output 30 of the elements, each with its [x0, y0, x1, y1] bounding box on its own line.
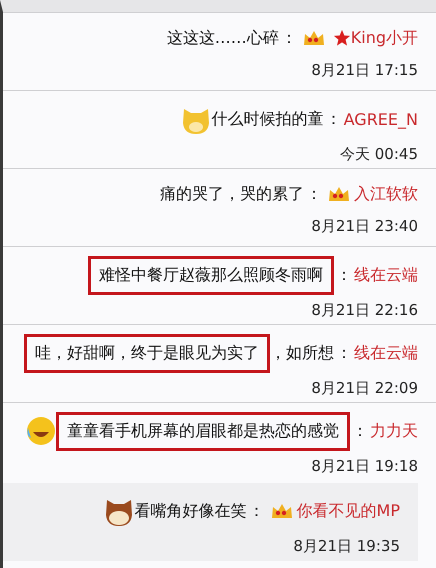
comment-time: 8月21日 19:18 [311, 457, 418, 476]
comment-time: 8月21日 22:09 [311, 379, 418, 398]
user-name[interactable]: 力力天 [370, 420, 418, 442]
laughing-emoji-icon [26, 416, 56, 446]
colon: ： [336, 264, 352, 286]
comment-text: 什么时候拍的童 [212, 108, 324, 130]
user-name[interactable]: 线在云端 [354, 264, 418, 286]
comment-text: ，如所想 [270, 342, 334, 364]
comment-text: 痛的哭了，哭的累了 [160, 184, 304, 204]
user-name[interactable]: 入江软软 [354, 184, 418, 204]
colon: ： [352, 420, 368, 442]
highlighted-comment-text: 哇，好甜啊，终于是眼见为实了 [24, 334, 270, 372]
highlighted-comment-text: 难怪中餐厅赵薇那么照顾冬雨啊 [88, 256, 334, 294]
colon: ： [248, 500, 265, 522]
comment-text: 这这这……心碎 [166, 28, 279, 48]
comment-time: 8月21日 19:35 [293, 537, 400, 556]
comment-time: 8月21日 22:16 [311, 301, 418, 320]
colon: ： [306, 184, 322, 204]
user-name[interactable]: 你看不见的MP [296, 500, 400, 522]
user-name[interactable]: King小开 [350, 28, 418, 48]
colon: ： [336, 342, 352, 364]
user-name[interactable]: AGREE_N [344, 110, 418, 128]
colon: ： [280, 28, 297, 48]
highlighted-comment-text: 童童看手机屏幕的眉眼都是热恋的感觉 [56, 412, 350, 450]
comment-time: 8月21日 23:40 [311, 217, 418, 236]
user-name[interactable]: 线在云端 [354, 342, 418, 364]
comment-text: 看嘴角好像在笑 [134, 500, 247, 522]
comment-time: 今天 00:45 [340, 145, 418, 164]
comment-time: 8月21日 17:15 [311, 61, 418, 80]
colon: ： [326, 108, 342, 130]
